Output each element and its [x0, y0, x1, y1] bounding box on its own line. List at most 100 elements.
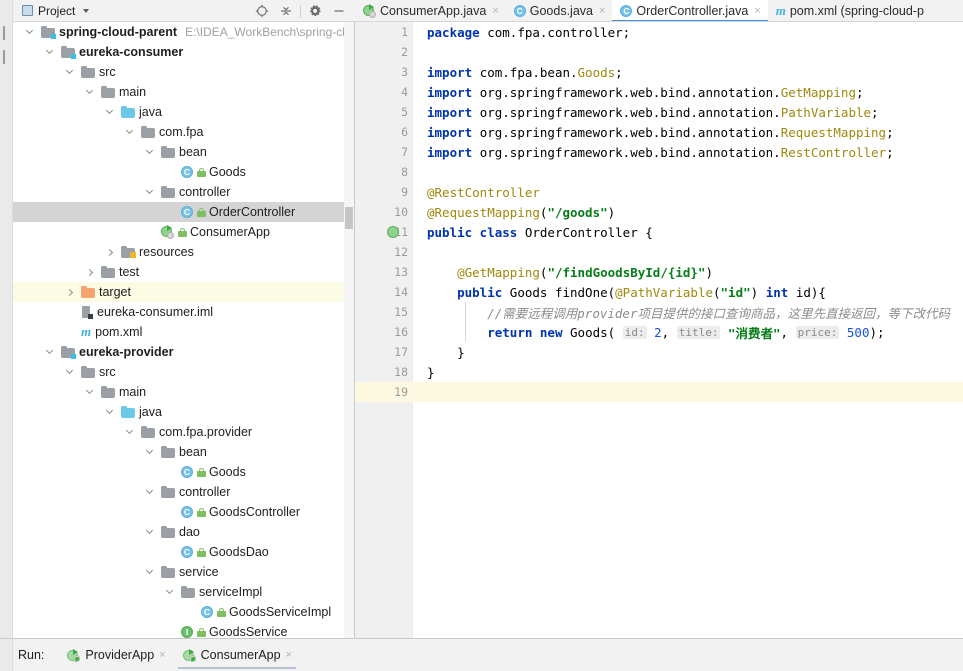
tab-close-icon[interactable]: × [599, 5, 605, 17]
tree-expander[interactable] [143, 486, 157, 495]
code-line[interactable]: import org.springframework.web.bind.anno… [413, 142, 963, 162]
tree-expander[interactable] [63, 66, 77, 75]
tree-item-controller[interactable]: controller [13, 482, 344, 502]
collapse-all-icon[interactable] [274, 0, 298, 22]
package-icon [141, 426, 155, 438]
tree-expander[interactable] [143, 566, 157, 575]
tree-item-java[interactable]: java [13, 402, 344, 422]
tree-item-goodsdao[interactable]: C GoodsDao [13, 542, 344, 562]
tree-item-goodsserviceimpl[interactable]: C GoodsServiceImpl [13, 602, 344, 622]
tree-item-src[interactable]: src [13, 62, 344, 82]
left-tool-window-strip[interactable] [0, 22, 13, 638]
editor-tab-ordercontroller[interactable]: C OrderController.java × [612, 0, 769, 21]
tree-item-ordercontroller[interactable]: C OrderController [13, 202, 344, 222]
tree-expander[interactable] [83, 386, 97, 395]
tree-item-com-fpa[interactable]: com.fpa [13, 122, 344, 142]
locate-target-icon[interactable] [250, 0, 274, 22]
tree-expander[interactable] [143, 186, 157, 195]
editor-gutter[interactable]: 1 2 3 4 5 6 7 8 9 10 11 12 13 14 15 16 17 18 19 [355, 22, 426, 638]
tree-expander[interactable] [143, 446, 157, 455]
tree-expander[interactable] [143, 526, 157, 535]
tree-item-pom-xml[interactable]: m pom.xml [13, 322, 344, 342]
tree-item-controller[interactable]: controller [13, 182, 344, 202]
tree-item-target[interactable]: target [13, 282, 344, 302]
tree-item-dao[interactable]: dao [13, 522, 344, 542]
run-tab-close-icon[interactable]: × [286, 649, 292, 661]
code-line[interactable]: public Goods findOne(@PathVariable("id")… [413, 282, 963, 302]
tree-item-goods[interactable]: C Goods [13, 462, 344, 482]
hide-panel-icon[interactable] [327, 0, 351, 22]
tree-item-src[interactable]: src [13, 362, 344, 382]
tree-item-eureka-provider[interactable]: eureka-provider [13, 342, 344, 362]
code-line[interactable]: public class OrderController { [413, 222, 963, 242]
run-tab-consumerapp[interactable]: ConsumerApp × [174, 639, 300, 671]
code-token: ; [855, 84, 864, 100]
tree-expander[interactable] [103, 406, 117, 415]
code-line[interactable]: return new Goods( id: 2, title: "消费者", p… [413, 322, 963, 342]
code-line[interactable]: @GetMapping("/findGoodsById/{id}") [413, 262, 963, 282]
tree-expander[interactable] [83, 86, 97, 95]
code-line[interactable] [413, 382, 963, 402]
tree-item-goods[interactable]: C Goods [13, 162, 344, 182]
editor-tab-consumerapp[interactable]: ConsumerApp.java × [355, 0, 506, 21]
tree-item-service[interactable]: service [13, 562, 344, 582]
editor-tab-pomxml[interactable]: m pom.xml (spring-cloud-p [767, 0, 931, 21]
code-line[interactable]: import org.springframework.web.bind.anno… [413, 102, 963, 122]
chevron-down-icon[interactable] [83, 8, 90, 13]
tree-expander[interactable] [163, 586, 177, 595]
tree-expander[interactable] [63, 366, 77, 375]
tree-expander[interactable] [43, 46, 57, 55]
gutter-run-spring-icon[interactable] [387, 226, 399, 238]
tree-item-main[interactable]: main [13, 382, 344, 402]
code-line[interactable] [413, 42, 963, 62]
folder-icon [101, 86, 115, 98]
tree-expander[interactable] [43, 346, 57, 355]
tree-item-consumerapp[interactable]: ConsumerApp [13, 222, 344, 242]
run-tab-providerapp[interactable]: ProviderApp × [58, 639, 173, 671]
tab-close-icon[interactable]: × [754, 5, 760, 17]
tree-item-com-fpa-provider[interactable]: com.fpa.provider [13, 422, 344, 442]
code-line[interactable]: } [413, 342, 963, 362]
tree-expander[interactable] [123, 126, 137, 135]
tree-expander[interactable] [123, 426, 137, 435]
code-line[interactable]: package com.fpa.controller; [413, 22, 963, 42]
code-line[interactable]: import com.fpa.bean. Goods; [413, 62, 963, 82]
tree-item-eureka-consumer-iml[interactable]: eureka-consumer.iml [13, 302, 344, 322]
tree-item-test[interactable]: test [13, 262, 344, 282]
code-line[interactable]: import org.springframework.web.bind.anno… [413, 82, 963, 102]
editor-tab-goods[interactable]: C Goods.java × [505, 0, 613, 21]
tree-item-spring-cloud-parent[interactable]: spring-cloud-parent E:\IDEA_WorkBench\spr… [13, 22, 344, 42]
code-line[interactable] [413, 242, 963, 262]
code-line[interactable]: } [413, 362, 963, 382]
tree-expander[interactable] [103, 248, 117, 256]
tree-item-eureka-consumer[interactable]: eureka-consumer [13, 42, 344, 62]
tree-item-java[interactable]: java [13, 102, 344, 122]
code-line[interactable] [413, 162, 963, 182]
tree-item-goodscontroller[interactable]: C GoodsController [13, 502, 344, 522]
tree-item-serviceimpl[interactable]: serviceImpl [13, 582, 344, 602]
project-tree[interactable]: spring-cloud-parent E:\IDEA_WorkBench\spr… [13, 22, 344, 638]
code-line[interactable]: //需要远程调用provider项目提供的接口查询商品，这里先直接返回，等下改代… [413, 302, 963, 322]
tree-item-bean[interactable]: bean [13, 442, 344, 462]
tree-expander[interactable] [23, 26, 37, 35]
tree-item-resources[interactable]: resources [13, 242, 344, 262]
tree-expander[interactable] [63, 288, 77, 296]
code-token: ) [607, 204, 616, 220]
code-line[interactable]: @RequestMapping("/goods") [413, 202, 963, 222]
project-title-button[interactable]: Project [13, 4, 90, 18]
tree-item-main[interactable]: main [13, 82, 344, 102]
tree-item-goodsservice[interactable]: I GoodsService [13, 622, 344, 638]
tree-expander[interactable] [143, 146, 157, 155]
tree-vertical-scrollbar[interactable] [344, 22, 354, 638]
code-token: title: [676, 325, 721, 339]
code-line[interactable]: import org.springframework.web.bind.anno… [413, 122, 963, 142]
tree-item-bean[interactable]: bean [13, 142, 344, 162]
tree-expander[interactable] [103, 106, 117, 115]
settings-gear-icon[interactable] [303, 0, 327, 22]
code-line[interactable]: @RestController [413, 182, 963, 202]
tab-close-icon[interactable]: × [492, 5, 498, 17]
tab-label: OrderController.java [636, 4, 749, 18]
code-text-area[interactable]: package com.fpa.controller; import com.f… [413, 22, 963, 638]
run-tab-close-icon[interactable]: × [159, 649, 165, 661]
tree-expander[interactable] [83, 268, 97, 276]
